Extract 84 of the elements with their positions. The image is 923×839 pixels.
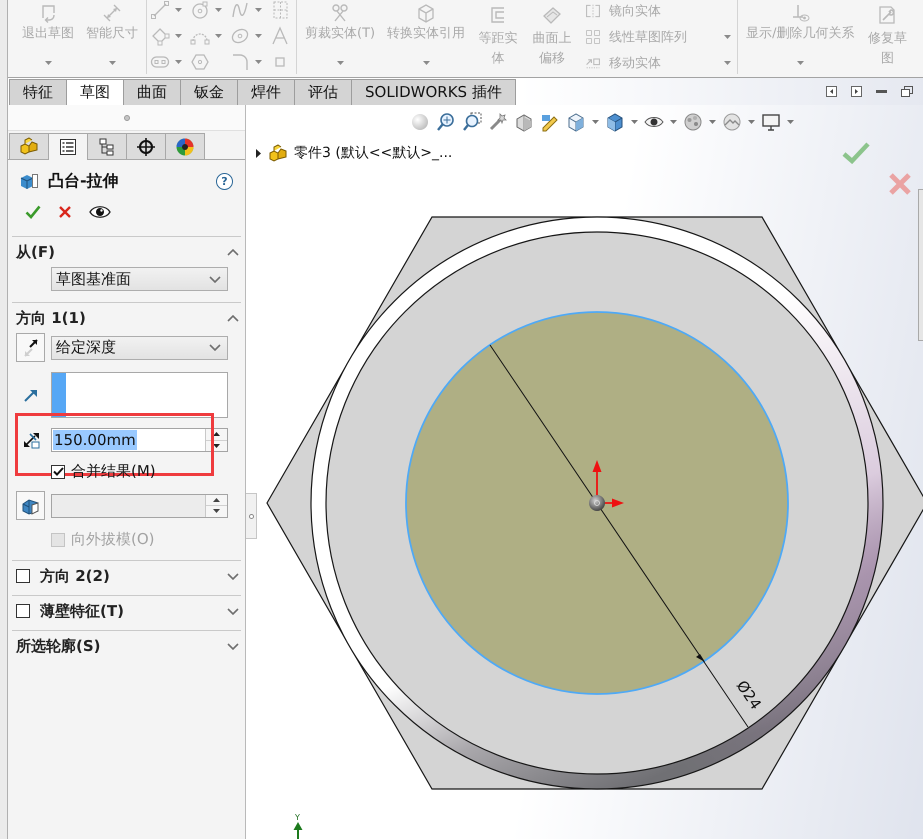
wand-icon[interactable] <box>488 112 508 132</box>
crosshair-icon[interactable] <box>136 136 156 156</box>
grip-icon <box>248 514 254 518</box>
command-tab[interactable]: 钣金 <box>180 79 238 105</box>
caret-icon <box>175 34 182 38</box>
grip-icon[interactable] <box>124 114 130 120</box>
command-tab[interactable]: 焊件 <box>237 79 295 105</box>
help-button[interactable]: ? <box>216 172 233 190</box>
checkbox-label: 向外拔模(O) <box>71 530 155 549</box>
check-icon[interactable] <box>842 142 870 164</box>
color-ball-icon[interactable] <box>175 136 195 156</box>
landscape-icon[interactable] <box>722 112 742 132</box>
chevron-down-icon[interactable] <box>227 608 239 614</box>
caret-icon <box>255 8 262 12</box>
part-icon[interactable] <box>19 136 39 156</box>
caret-icon <box>255 34 262 38</box>
chevron-down-icon[interactable] <box>209 344 221 351</box>
axis-arrow-icon <box>294 822 302 839</box>
section-title: 从(F) <box>16 242 56 262</box>
panel-right-icon[interactable] <box>851 86 862 97</box>
panel-tab[interactable] <box>87 133 127 159</box>
command-tab[interactable]: 评估 <box>294 79 352 105</box>
draft-button[interactable] <box>16 491 45 520</box>
triangle-down-icon <box>213 509 220 514</box>
caret-icon <box>215 34 222 38</box>
triangle-down-icon <box>213 444 220 448</box>
dropdown[interactable]: 草图基准面 <box>51 267 228 291</box>
chevron-up-icon[interactable] <box>227 248 239 256</box>
expand-right-icon[interactable] <box>255 148 262 158</box>
reverse-direction-button[interactable] <box>16 333 45 362</box>
check-icon[interactable] <box>25 205 41 219</box>
selection-box[interactable] <box>51 372 228 418</box>
close-icon[interactable] <box>59 206 71 218</box>
pencil-icon[interactable] <box>540 112 560 132</box>
caret-icon <box>631 120 638 124</box>
checkmark-icon <box>52 467 64 476</box>
list-icon[interactable] <box>58 137 78 157</box>
triangle-up-icon <box>213 498 220 502</box>
section-title: 薄壁特征(T) <box>40 602 125 620</box>
palette-icon[interactable] <box>683 112 703 132</box>
checkbox[interactable] <box>16 604 30 618</box>
caret-icon <box>709 120 716 124</box>
restore-icon[interactable] <box>901 86 913 97</box>
panel-title: 凸台-拉伸 <box>48 170 120 192</box>
section-title: 方向 2(2) <box>40 566 111 586</box>
caret-icon <box>215 8 222 12</box>
chevron-up-icon[interactable] <box>227 314 239 322</box>
eye-icon[interactable] <box>89 205 111 219</box>
caret-icon <box>255 60 262 64</box>
checkbox[interactable] <box>16 569 30 583</box>
section-title: 方向 1(1) <box>16 308 87 328</box>
display-style-icon[interactable] <box>605 112 625 132</box>
collapse-handle[interactable] <box>246 493 257 539</box>
caret-icon <box>670 120 677 124</box>
monitor-icon[interactable] <box>761 112 781 132</box>
caret-icon <box>592 120 599 124</box>
dropdown[interactable]: 给定深度 <box>51 336 228 360</box>
origin-icon <box>589 460 624 511</box>
panel-tab[interactable] <box>126 133 166 159</box>
panel-tab[interactable] <box>165 133 205 159</box>
caret-icon <box>175 8 182 12</box>
view-cube-icon[interactable] <box>566 112 586 132</box>
command-tab[interactable]: SOLIDWORKS 插件 <box>351 79 516 105</box>
number-field[interactable]: 150.00mm <box>51 428 228 452</box>
part-icon <box>268 144 288 162</box>
zoom-area-icon[interactable] <box>462 112 482 132</box>
extrude-icon <box>20 172 38 190</box>
chevron-down-icon[interactable] <box>227 642 239 650</box>
zoom-fit-icon[interactable] <box>436 112 456 132</box>
panel-left-icon[interactable] <box>826 86 837 97</box>
triangle-up-icon <box>213 432 220 436</box>
axis-label: Y <box>295 813 300 822</box>
command-tab[interactable]: 曲面 <box>123 79 181 105</box>
caret-icon <box>787 120 794 124</box>
section-view-icon[interactable] <box>514 112 534 132</box>
chevron-down-icon[interactable] <box>209 276 221 282</box>
checkbox[interactable] <box>51 464 65 478</box>
chevron-down-icon[interactable] <box>227 572 239 580</box>
command-tab[interactable]: 特征 <box>9 79 67 105</box>
panel-tab[interactable] <box>48 133 88 160</box>
caret-icon <box>175 60 182 64</box>
tree-item-label[interactable]: 零件3 (默认<<默认>_... <box>294 144 452 162</box>
caret-icon <box>748 120 755 124</box>
section-title: 所选轮廓(S) <box>16 636 102 656</box>
